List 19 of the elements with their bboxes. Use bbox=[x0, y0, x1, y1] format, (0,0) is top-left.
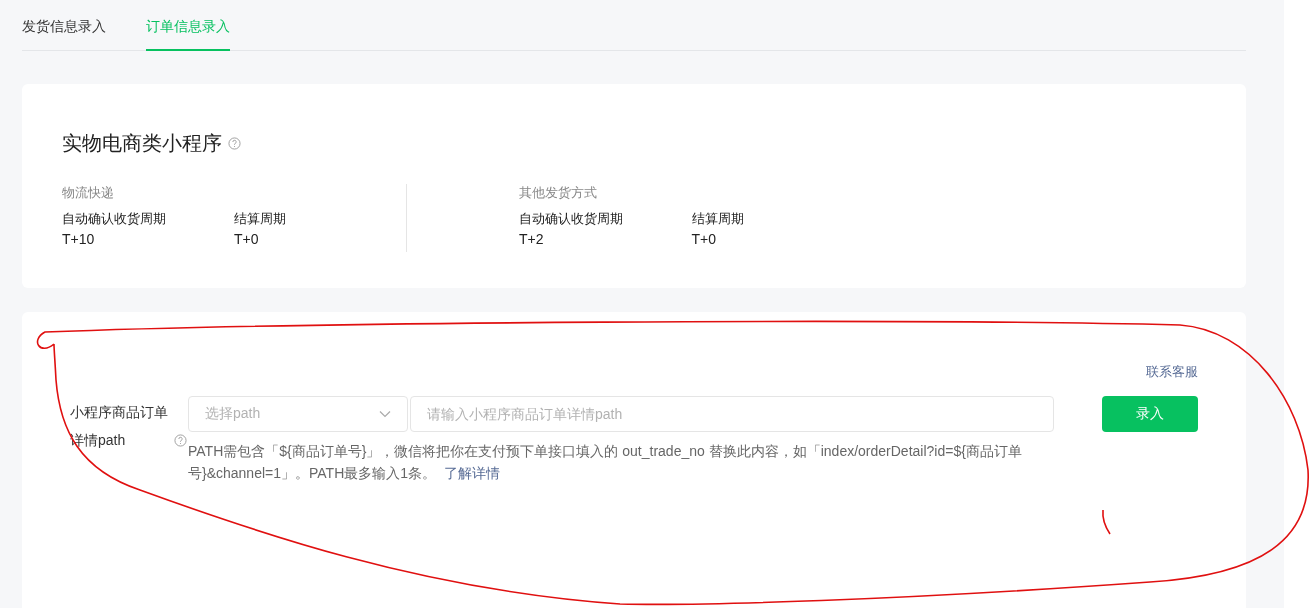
help-text: PATH需包含「${商品订单号}」，微信将把你在支付预下单接口填入的 out_trade_no 替换此内容，如「index/orderDetail?id=${商品订单号}&channel=1」。PATH最多输入1条。 了解详情 bbox=[188, 441, 1023, 483]
field-label: 自动确认收货周期 bbox=[62, 210, 166, 228]
field-value: T+0 bbox=[234, 230, 259, 249]
help-icon bbox=[228, 136, 241, 150]
group-heading: 其他发货方式 bbox=[519, 184, 597, 202]
field-value: T+0 bbox=[691, 230, 716, 249]
field-value: T+2 bbox=[519, 230, 544, 249]
card-title: 实物电商类小程序 bbox=[62, 131, 222, 156]
group-heading: 物流快递 bbox=[62, 184, 114, 202]
tab[interactable]: 发货信息录入 bbox=[22, 16, 106, 51]
chevron-down-icon bbox=[379, 409, 391, 418]
field-label: 结算周期 bbox=[234, 210, 286, 228]
field-label: 结算周期 bbox=[691, 210, 744, 228]
help-icon bbox=[174, 434, 187, 448]
field-value: T+10 bbox=[62, 230, 95, 249]
field-label: 自动确认收货周期 bbox=[519, 210, 623, 228]
path-input[interactable]: 请输入小程序商品订单详情path bbox=[410, 395, 1054, 432]
contact-link[interactable]: 联系客服 bbox=[1146, 362, 1198, 382]
learn-more-link[interactable]: 了解详情 bbox=[444, 464, 501, 481]
